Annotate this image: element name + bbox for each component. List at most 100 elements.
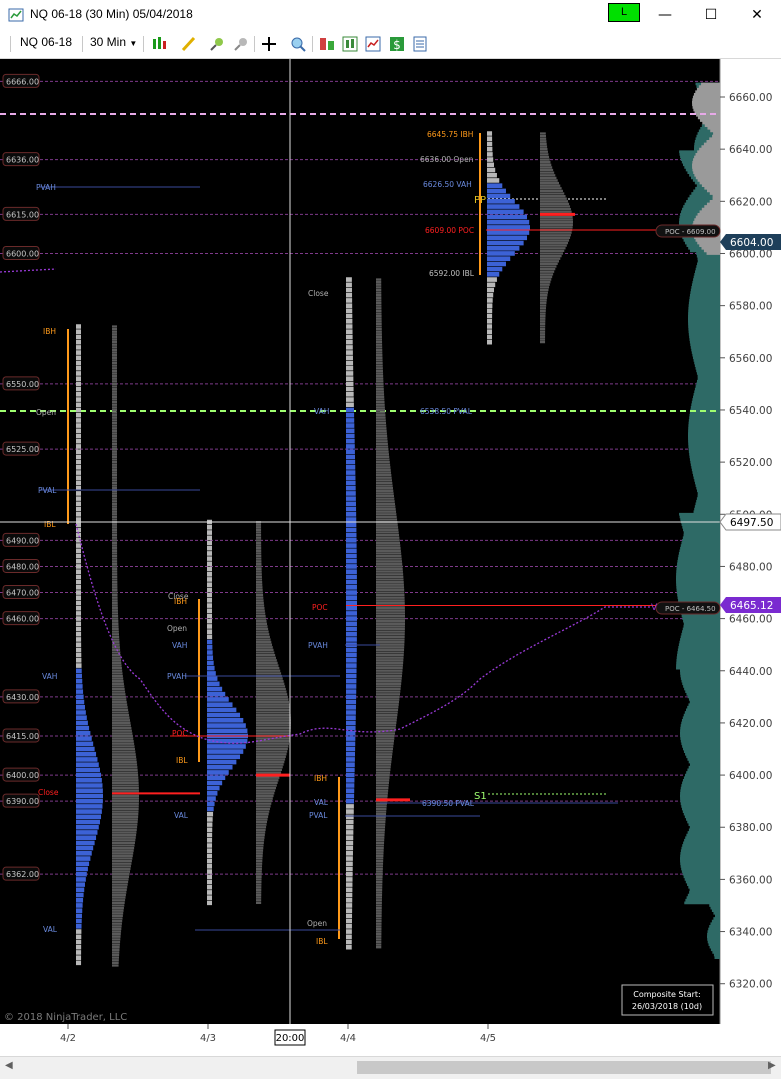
price-tick-label: 6340.00 bbox=[729, 927, 772, 939]
session-label-pval: PVAL bbox=[38, 486, 57, 495]
pval-annotation: 6390.50 PVAL bbox=[422, 799, 475, 808]
price-tick-label: 6560.00 bbox=[729, 353, 772, 365]
session-label-close: Close bbox=[308, 289, 329, 298]
session-label-vah: VAH bbox=[314, 407, 329, 416]
drawing-tool-icon[interactable] bbox=[180, 35, 198, 53]
horizontal-scrollbar[interactable]: ◀ ▶ bbox=[0, 1056, 781, 1079]
time-tick-label: 4/2 bbox=[60, 1033, 76, 1044]
zoom-in-icon[interactable] bbox=[208, 35, 226, 53]
scroll-right-icon[interactable]: ▶ bbox=[768, 1060, 776, 1071]
crosshair-icon[interactable] bbox=[260, 35, 278, 53]
scrollbar-thumb[interactable] bbox=[357, 1061, 771, 1074]
session-label-ibh: IBH bbox=[43, 327, 56, 336]
chart-app-icon bbox=[8, 8, 24, 22]
plot-area[interactable] bbox=[0, 59, 720, 1024]
price-tick-label: 6540.00 bbox=[729, 405, 772, 417]
strategies-icon[interactable] bbox=[318, 35, 336, 53]
session-label-open: 6636.00 Open bbox=[420, 155, 474, 164]
session-label-ibl: IBL bbox=[316, 937, 328, 946]
time-tick-label: 4/5 bbox=[480, 1033, 496, 1044]
toolbar-grip bbox=[10, 36, 11, 52]
price-tick-label: 6480.00 bbox=[729, 561, 772, 573]
window-title: NQ 06-18 (30 Min) 05/04/2018 bbox=[30, 7, 193, 21]
level-label: 6636.00 bbox=[6, 156, 39, 165]
chevron-down-icon: ▼ bbox=[129, 39, 138, 48]
session-label-ibh: IBH bbox=[174, 597, 187, 606]
crosshair-price-label: 6497.50 bbox=[730, 517, 773, 529]
session-label-pvah: PVAH bbox=[36, 183, 56, 192]
composite-box-line1: Composite Start: bbox=[633, 990, 700, 999]
scroll-left-icon[interactable]: ◀ bbox=[5, 1060, 13, 1071]
session-label-close: Close bbox=[38, 788, 59, 797]
session-label-pvah: PVAH bbox=[308, 641, 328, 650]
session-label-poc: POC bbox=[172, 729, 188, 738]
time-tick-label: 4/3 bbox=[200, 1033, 216, 1044]
s1-label: S1 bbox=[474, 791, 487, 802]
performance-icon[interactable] bbox=[364, 35, 382, 53]
session-label-val: VAL bbox=[314, 798, 329, 807]
price-tick-label: 6400.00 bbox=[729, 770, 772, 782]
level-label: 6415.00 bbox=[6, 732, 39, 741]
vwap-marker: V bbox=[651, 603, 658, 613]
toolbar-separator bbox=[82, 36, 83, 52]
interval-label: 30 Min bbox=[90, 35, 127, 49]
session-label-vah: 6626.50 VAH bbox=[423, 180, 472, 189]
zoom-out-icon[interactable] bbox=[232, 35, 250, 53]
price-tick-label: 6580.00 bbox=[729, 301, 772, 313]
price-tick-label: 6320.00 bbox=[729, 979, 772, 991]
session-label-open: Open bbox=[307, 919, 327, 928]
session-label-open: Open bbox=[167, 624, 187, 633]
session-label-ibl: 6592.00 IBL bbox=[429, 269, 475, 278]
session-label-pval: PVAL bbox=[309, 811, 328, 820]
session-label-ibh: IBH bbox=[314, 774, 327, 783]
session-label-pvah: PVAH bbox=[167, 672, 187, 681]
session-label-vah: VAH bbox=[172, 641, 187, 650]
session-label-val: VAL bbox=[43, 925, 58, 934]
price-tick-label: 6620.00 bbox=[729, 196, 772, 208]
time-tick-label: 4/4 bbox=[340, 1033, 356, 1044]
data-box-icon[interactable] bbox=[289, 35, 307, 53]
maximize-button[interactable]: ☐ bbox=[688, 0, 734, 30]
chart-style-icon[interactable] bbox=[150, 35, 168, 53]
session-label-vah: VAH bbox=[42, 672, 57, 681]
poc-tag: POC - 6609.00 bbox=[665, 228, 716, 236]
price-tick-label: 6380.00 bbox=[729, 822, 772, 834]
session-label-ibl: IBL bbox=[176, 756, 188, 765]
copyright-label: © 2018 NinjaTrader, LLC bbox=[4, 1012, 127, 1023]
price-tick-label: 6460.00 bbox=[729, 614, 772, 626]
composite-box-line2: 26/03/2018 (10d) bbox=[632, 1002, 702, 1011]
level-label: 6666.00 bbox=[6, 77, 39, 86]
level-label: 6525.00 bbox=[6, 445, 39, 454]
level-label: 6460.00 bbox=[6, 615, 39, 624]
level-label: 6615.00 bbox=[6, 210, 39, 219]
level-label: 6362.00 bbox=[6, 870, 39, 879]
price-tick-label: 6640.00 bbox=[729, 144, 772, 156]
title-bar: NQ 06-18 (30 Min) 05/04/2018 L — ☐ ✕ bbox=[0, 0, 781, 30]
minimize-button[interactable]: — bbox=[642, 0, 688, 30]
session-label-poc: 6609.00 POC bbox=[425, 226, 474, 235]
properties-icon[interactable] bbox=[411, 35, 429, 53]
connection-status-badge[interactable]: L bbox=[608, 3, 640, 22]
session-label-open: Open bbox=[36, 408, 56, 417]
price-tick-label: 6600.00 bbox=[729, 248, 772, 260]
time-axis-area[interactable] bbox=[0, 1024, 781, 1059]
session-label-poc: POC bbox=[312, 603, 328, 612]
instrument-label: NQ 06-18 bbox=[20, 35, 73, 49]
chart-toolbar: NQ 06-18 30 Min ▼ $ bbox=[0, 30, 781, 59]
crosshair-time-label: 20:00 bbox=[276, 1033, 305, 1044]
dollar-icon[interactable]: $ bbox=[388, 35, 406, 53]
level-label: 6470.00 bbox=[6, 589, 39, 598]
chart-panel[interactable]: 6666.00 6636.00 6615.00 6600.00 6550.00 6525.… bbox=[0, 59, 781, 1059]
interval-selector[interactable]: 30 Min ▼ bbox=[90, 35, 137, 49]
level-label: 6430.00 bbox=[6, 693, 39, 702]
session-label-ibh: 6645.75 IBH bbox=[427, 130, 473, 139]
instrument-selector[interactable]: NQ 06-18 bbox=[20, 35, 72, 49]
price-tick-label: 6660.00 bbox=[729, 92, 772, 104]
close-button[interactable]: ✕ bbox=[734, 0, 780, 30]
level-label: 6390.00 bbox=[6, 797, 39, 806]
level-label: 6490.00 bbox=[6, 536, 39, 545]
toolbar-separator bbox=[143, 36, 144, 52]
toolbar-separator bbox=[254, 36, 255, 52]
indicators-icon[interactable] bbox=[341, 35, 359, 53]
current-price-label: 6604.00 bbox=[730, 237, 773, 249]
